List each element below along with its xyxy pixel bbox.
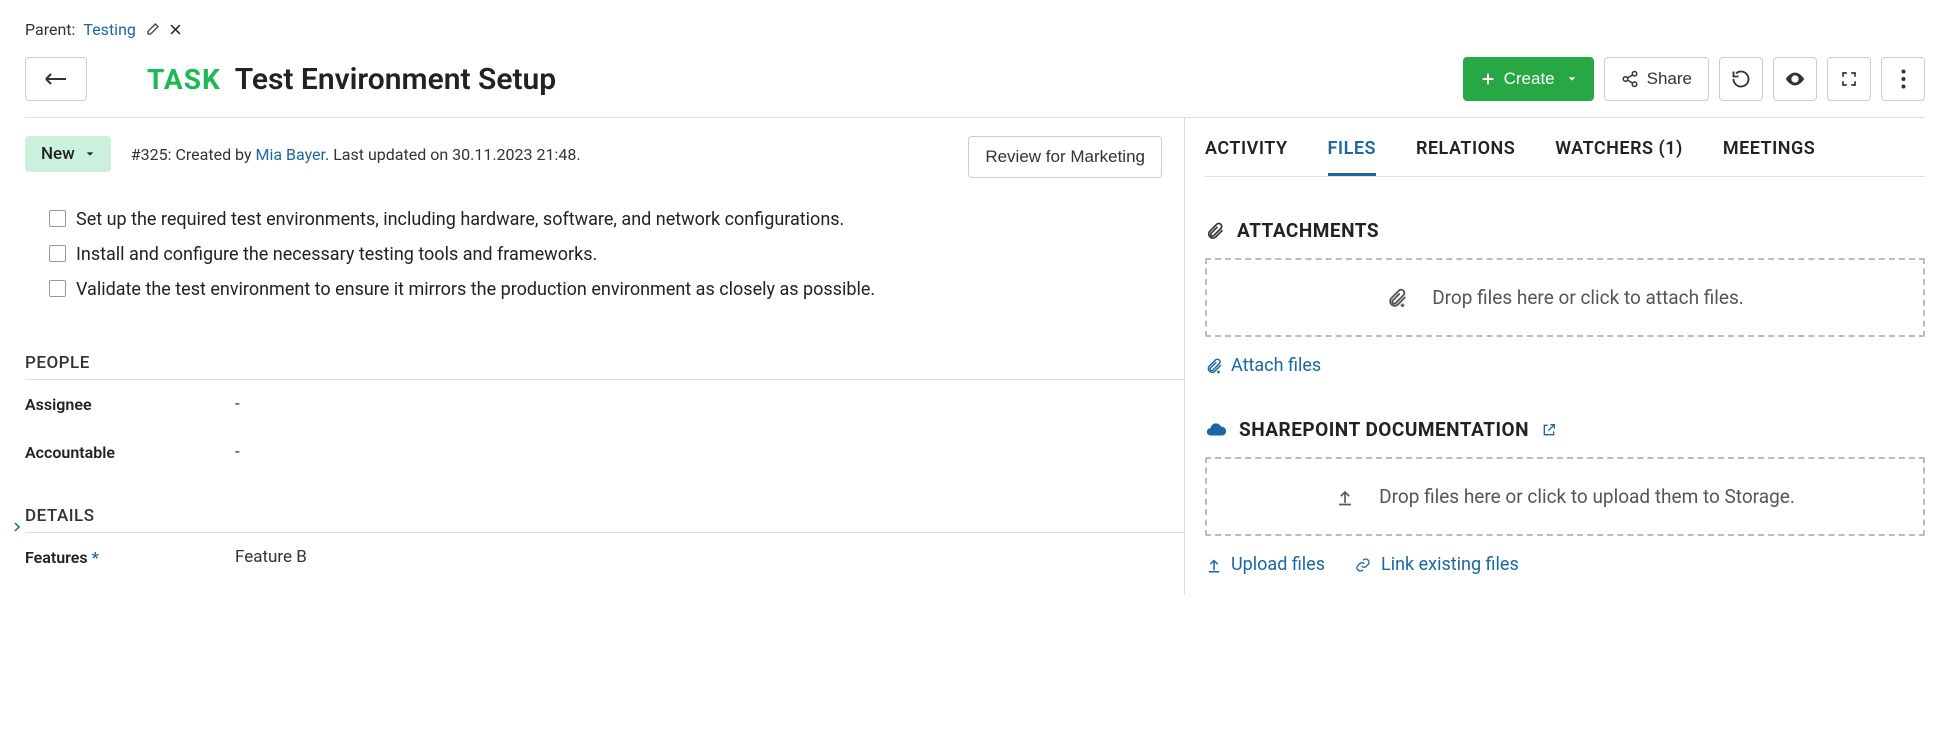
assignee-value: -: [235, 394, 240, 414]
chevron-down-icon: [85, 149, 95, 159]
checklist-item[interactable]: Validate the test environment to ensure …: [49, 276, 1184, 303]
tab-meetings[interactable]: MEETINGS: [1723, 138, 1815, 176]
cloud-icon: [1205, 419, 1227, 441]
share-button-label: Share: [1647, 69, 1692, 89]
work-package-type: TASK: [147, 63, 221, 96]
sharepoint-dropzone[interactable]: Drop files here or click to upload them …: [1205, 457, 1925, 536]
assignee-label: Assignee: [25, 395, 235, 414]
more-button[interactable]: [1881, 57, 1925, 101]
attachments-heading: ATTACHMENTS: [1205, 219, 1925, 242]
sharepoint-heading: SHAREPOINT DOCUMENTATION: [1205, 418, 1925, 441]
attach-icon: [1205, 357, 1223, 375]
accountable-value: -: [235, 442, 240, 462]
status-label: New: [41, 144, 75, 164]
features-value: Feature B: [235, 547, 307, 567]
field-assignee[interactable]: Assignee -: [25, 394, 1184, 414]
attach-files-link[interactable]: Attach files: [1205, 355, 1321, 376]
section-details-title: DETAILS: [25, 506, 1184, 533]
accountable-label: Accountable: [25, 443, 235, 462]
meta-text: #325: Created by Mia Bayer. Last updated…: [131, 145, 581, 164]
watch-button[interactable]: [1773, 57, 1817, 101]
description: Set up the required test environments, i…: [49, 206, 1184, 303]
edit-icon[interactable]: [144, 22, 160, 38]
field-accountable[interactable]: Accountable -: [25, 442, 1184, 462]
breadcrumb: Parent: Testing: [25, 20, 1925, 39]
link-existing-files-link[interactable]: Link existing files: [1353, 554, 1519, 575]
upload-icon: [1205, 556, 1223, 574]
tab-files[interactable]: FILES: [1328, 138, 1376, 176]
link-icon: [1353, 557, 1373, 573]
close-icon[interactable]: [168, 22, 183, 37]
page-title[interactable]: Test Environment Setup: [235, 62, 556, 97]
checkbox-icon[interactable]: [49, 280, 66, 297]
tab-activity[interactable]: ACTIVITY: [1205, 138, 1288, 176]
field-features[interactable]: Features * Feature B: [25, 547, 1184, 567]
attachments-dropzone[interactable]: Drop files here or click to attach files…: [1205, 258, 1925, 337]
review-button[interactable]: Review for Marketing: [968, 136, 1162, 178]
activity-button[interactable]: [1719, 57, 1763, 101]
checkbox-icon[interactable]: [49, 210, 66, 227]
section-people-title: PEOPLE: [25, 353, 1184, 380]
paperclip-icon: [1205, 221, 1225, 241]
breadcrumb-link[interactable]: Testing: [83, 20, 135, 39]
chevron-down-icon: [1567, 74, 1577, 84]
tab-relations[interactable]: RELATIONS: [1416, 138, 1515, 176]
fullscreen-button[interactable]: [1827, 57, 1871, 101]
share-button[interactable]: Share: [1604, 57, 1709, 101]
external-link-icon[interactable]: [1541, 422, 1557, 438]
create-button-label: Create: [1504, 69, 1555, 89]
chevron-right-icon[interactable]: [11, 518, 23, 536]
checkbox-icon[interactable]: [49, 245, 66, 262]
status-dropdown[interactable]: New: [25, 136, 111, 172]
features-label: Features *: [25, 548, 235, 567]
upload-icon: [1335, 487, 1355, 507]
create-button[interactable]: Create: [1463, 57, 1594, 101]
checklist-item[interactable]: Set up the required test environments, i…: [49, 206, 1184, 233]
author-link[interactable]: Mia Bayer: [256, 145, 326, 164]
upload-files-link[interactable]: Upload files: [1205, 554, 1325, 575]
tab-watchers[interactable]: WATCHERS (1): [1555, 138, 1683, 176]
breadcrumb-label: Parent:: [25, 20, 75, 39]
checklist-item[interactable]: Install and configure the necessary test…: [49, 241, 1184, 268]
back-button[interactable]: [25, 57, 87, 101]
tabs: ACTIVITY FILES RELATIONS WATCHERS (1) ME…: [1205, 118, 1925, 177]
attach-icon: [1386, 287, 1408, 309]
